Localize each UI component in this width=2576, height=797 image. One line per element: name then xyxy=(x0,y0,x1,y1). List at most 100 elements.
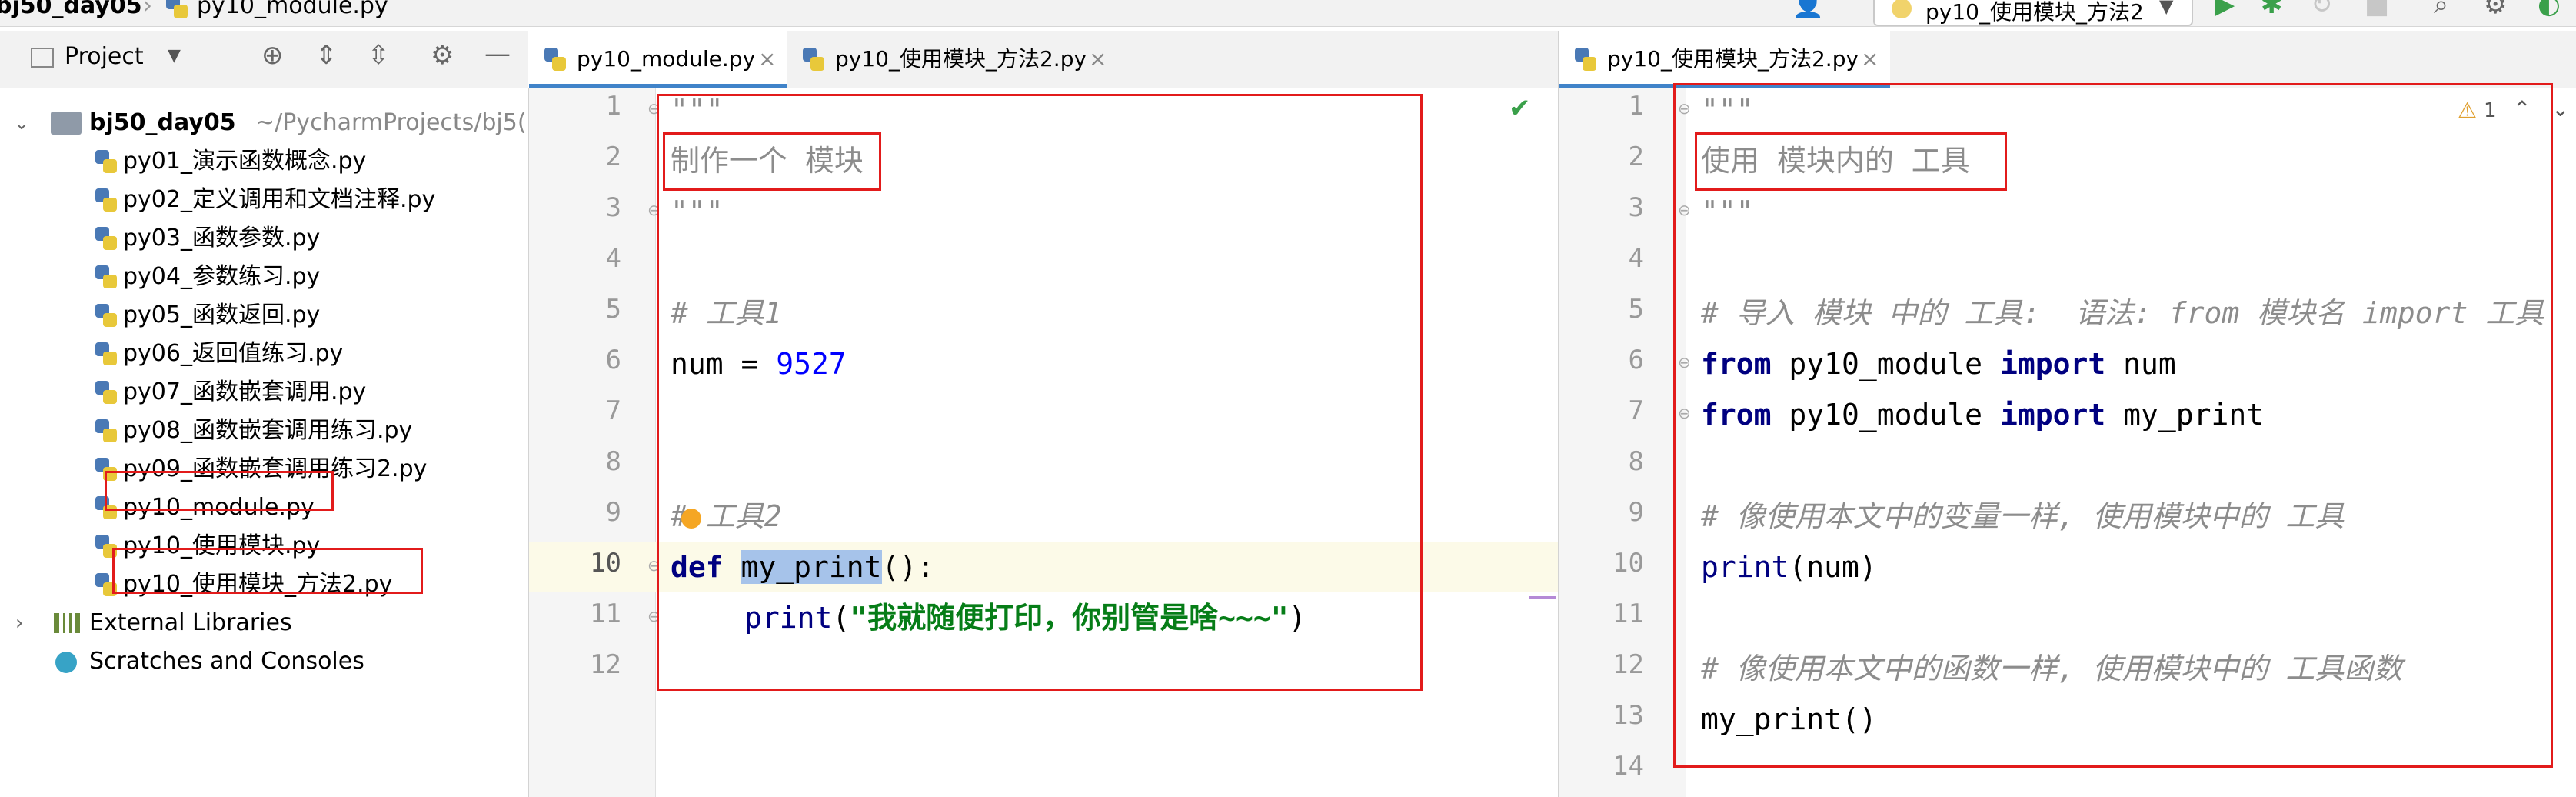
python-file-icon xyxy=(95,419,117,442)
tab-py10-method2[interactable]: py10_使用模块_方法2.py × xyxy=(787,31,1118,88)
tree-external-libraries[interactable]: › External Libraries xyxy=(0,604,528,642)
line-number: 14 xyxy=(1612,751,1644,782)
locate-file-icon[interactable]: ⊕ xyxy=(261,40,284,71)
breadcrumb-separator: › xyxy=(143,0,152,19)
project-panel-header: Project ▼ ⊕ ⇕ ⇳ ⚙ — xyxy=(0,31,528,88)
python-file-icon xyxy=(803,48,824,71)
tree-file-item[interactable]: py01_演示函数概念.py xyxy=(0,142,528,181)
external-libraries-label: External Libraries xyxy=(89,609,292,636)
file-name: py07_函数嵌套调用.py xyxy=(123,378,367,405)
collapse-all-icon[interactable]: ⇳ xyxy=(368,40,390,71)
tree-file-item[interactable]: py04_参数练习.py xyxy=(0,258,528,296)
tree-file-item[interactable]: py02_定义调用和文档注释.py xyxy=(0,181,528,219)
close-icon[interactable]: × xyxy=(1861,31,1879,88)
coverage-icon[interactable]: ↻ xyxy=(2311,0,2333,20)
chevron-down-icon[interactable]: ⌄ xyxy=(2551,96,2569,122)
line-number: 5 xyxy=(1628,294,1644,325)
line-number: 11 xyxy=(590,599,621,629)
scratches-icon xyxy=(55,652,77,673)
python-file-icon xyxy=(95,304,117,327)
tree-scratches[interactable]: Scratches and Consoles xyxy=(0,642,528,681)
run-icon[interactable]: ▶ xyxy=(2215,0,2235,20)
checkmark-icon: ✔ xyxy=(1509,93,1531,124)
stop-icon[interactable]: ■ xyxy=(2365,0,2389,20)
scroll-marker xyxy=(1529,596,1556,599)
line-number: 9 xyxy=(605,497,621,528)
close-icon[interactable]: × xyxy=(1089,31,1107,88)
gear-icon[interactable]: ⚙ xyxy=(431,40,454,71)
tree-file-item[interactable]: py05_函数返回.py xyxy=(0,296,528,335)
debug-icon[interactable]: ✱ xyxy=(2261,0,2283,20)
line-number: 2 xyxy=(1628,142,1644,172)
line-number: 9 xyxy=(1628,497,1644,528)
right-editor[interactable]: 1 2 3 4 5 6 7 8 9 10 11 12 13 14 ⊖ ⊖ ⊖ ⊖… xyxy=(1559,83,2576,797)
highlight-box xyxy=(663,132,881,191)
tree-file-item[interactable]: py06_返回值练习.py xyxy=(0,335,528,373)
file-name: py08_函数嵌套调用练习.py xyxy=(123,417,413,444)
left-editor[interactable]: 1 2 3 4 5 6 7 8 9 10 11 12 ⊖ ⊖ ⊖ ⊖ """ 制… xyxy=(529,88,1558,797)
line-number: 4 xyxy=(1628,243,1644,274)
chevron-down-icon[interactable]: ⌄ xyxy=(14,104,29,142)
line-number: 8 xyxy=(1628,446,1644,477)
user-icon[interactable]: 👤 xyxy=(1792,0,1824,20)
python-file-icon xyxy=(166,0,188,22)
line-number: 6 xyxy=(1628,345,1644,375)
gear-icon[interactable]: ⚙ xyxy=(2484,0,2507,20)
close-icon[interactable]: × xyxy=(758,31,776,88)
run-config-label: py10_使用模块_方法2 xyxy=(1925,0,2144,25)
navigation-bar: bj50_day05 › py10_module.py 👤 py10_使用模块_… xyxy=(0,0,2576,27)
tree-file-item[interactable]: py03_函数参数.py xyxy=(0,219,528,258)
breadcrumb-file[interactable]: py10_module.py xyxy=(197,0,388,19)
chevron-down-icon: ▼ xyxy=(2159,0,2174,17)
run-config-select[interactable]: py10_使用模块_方法2 ▼ xyxy=(1873,0,2193,26)
right-editor-tabbar: py10_使用模块_方法2.py × xyxy=(1559,31,2576,88)
file-name: py06_返回值练习.py xyxy=(123,340,344,367)
hide-panel-icon[interactable]: — xyxy=(484,38,511,69)
python-file-icon xyxy=(95,150,117,173)
python-file-icon xyxy=(1575,48,1596,71)
python-file-icon xyxy=(95,188,117,212)
tab-label: py10_使用模块_方法2.py xyxy=(1607,46,1859,72)
python-file-icon xyxy=(1892,0,1912,18)
tab-py10-method2-right[interactable]: py10_使用模块_方法2.py × xyxy=(1559,31,1890,88)
file-name: py01_演示函数概念.py xyxy=(123,148,367,175)
line-number: 5 xyxy=(605,294,621,325)
expand-all-icon[interactable]: ⇕ xyxy=(315,40,338,71)
file-name: py03_函数参数.py xyxy=(123,225,321,252)
highlight-box xyxy=(112,548,423,594)
python-file-icon xyxy=(544,48,566,71)
file-name: py05_函数返回.py xyxy=(123,302,321,328)
python-file-icon xyxy=(95,265,117,288)
tree-file-item[interactable]: py08_函数嵌套调用练习.py xyxy=(0,412,528,450)
line-number: 6 xyxy=(605,345,621,375)
tree-file-item[interactable]: py07_函数嵌套调用.py xyxy=(0,373,528,412)
tab-label: py10_module.py xyxy=(577,46,756,72)
python-file-icon xyxy=(95,381,117,404)
chevron-down-icon[interactable]: ▼ xyxy=(168,46,181,65)
line-number: 2 xyxy=(605,142,621,172)
line-number: 13 xyxy=(1612,700,1644,731)
line-number: 7 xyxy=(605,395,621,426)
highlight-box xyxy=(105,471,334,511)
library-icon xyxy=(54,613,80,633)
tree-root-folder[interactable]: ⌄ bj50_day05 ~/PycharmProjects/bj5( xyxy=(0,104,528,142)
plugin-icon[interactable]: ◐ xyxy=(2538,0,2561,20)
line-number: 10 xyxy=(590,548,621,579)
line-number: 3 xyxy=(605,192,621,223)
line-number: 7 xyxy=(1628,395,1644,426)
chevron-right-icon[interactable]: › xyxy=(15,604,23,642)
line-number: 10 xyxy=(1612,548,1644,579)
line-number: 1 xyxy=(605,91,621,122)
breadcrumb-project[interactable]: bj50_day05 xyxy=(0,0,142,19)
file-name: py02_定义调用和文档注释.py xyxy=(123,186,436,213)
tab-py10-module[interactable]: py10_module.py × xyxy=(529,31,787,88)
highlight-box xyxy=(1695,132,2007,191)
scratches-label: Scratches and Consoles xyxy=(89,648,364,675)
root-folder-path: ~/PycharmProjects/bj5( xyxy=(255,109,527,136)
line-number: 1 xyxy=(1628,91,1644,122)
line-number: 3 xyxy=(1628,192,1644,223)
search-icon[interactable]: ⌕ xyxy=(2434,0,2448,20)
tab-label: py10_使用模块_方法2.py xyxy=(835,46,1087,72)
project-panel-title[interactable]: Project xyxy=(65,43,144,70)
project-view-icon xyxy=(31,48,54,68)
